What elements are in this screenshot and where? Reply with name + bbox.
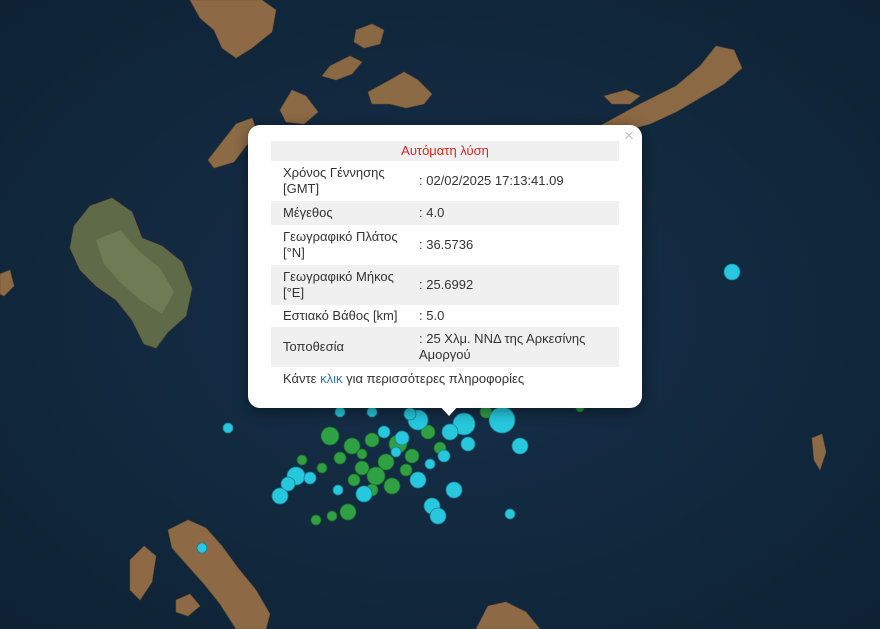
earthquake-marker — [356, 448, 368, 460]
earthquake-marker — [399, 463, 413, 477]
earthquake-marker — [409, 471, 427, 489]
popup-pointer — [438, 404, 460, 416]
info-row-location: Τοποθεσία : 25 Χλμ. ΝΝΔ της Αρκεσίνης Αμ… — [271, 327, 619, 367]
info-row-origin-time: Χρόνος Γέννησης [GMT] : 02/02/2025 17:13… — [271, 161, 619, 201]
info-row-longitude: Γεωγραφικό Μήκος [°E] : 25.6992 — [271, 265, 619, 305]
info-value: : 4.0 — [419, 205, 445, 220]
earthquake-marker — [310, 514, 322, 526]
earthquake-marker — [437, 449, 451, 463]
earthquake-marker — [390, 446, 402, 458]
earthquake-marker — [271, 487, 289, 505]
earthquake-marker — [332, 484, 344, 496]
info-row-latitude: Γεωγραφικό Πλάτος [°N] : 36.5736 — [271, 225, 619, 265]
earthquake-marker — [333, 451, 347, 465]
more-info-link[interactable]: κλικ — [320, 371, 342, 386]
earthquake-marker — [723, 263, 741, 281]
earthquake-marker — [339, 503, 357, 521]
info-value: : 25.6992 — [419, 277, 474, 292]
earthquake-marker — [511, 437, 529, 455]
earthquake-marker — [429, 507, 447, 525]
earthquake-marker — [488, 406, 516, 434]
earthquake-marker — [334, 406, 346, 418]
earthquake-marker — [222, 422, 234, 434]
earthquake-marker — [347, 473, 361, 487]
close-icon[interactable]: × — [622, 127, 636, 144]
earthquake-marker — [316, 462, 328, 474]
earthquake-marker — [404, 448, 420, 464]
earthquake-marker — [424, 458, 436, 470]
popup-content: Αυτόματη λύση Χρόνος Γέννησης [GMT] : 02… — [271, 141, 619, 386]
popup-title: Αυτόματη λύση — [271, 141, 619, 161]
info-value: : 5.0 — [419, 308, 445, 323]
earthquake-marker — [366, 466, 386, 486]
earthquake-marker — [320, 426, 340, 446]
earthquake-marker — [366, 406, 378, 418]
earthquake-marker — [377, 453, 395, 471]
info-label: Μέγεθος — [283, 205, 333, 220]
info-label: Γεωγραφικό Πλάτος [°N] — [283, 229, 398, 260]
earthquake-marker — [441, 423, 459, 441]
info-value: : 25 Χλμ. ΝΝΔ της Αρκεσίνης Αμοργού — [419, 331, 586, 362]
earthquake-marker — [445, 481, 463, 499]
earthquake-marker — [354, 460, 370, 476]
earthquake-info-table: Χρόνος Γέννησης [GMT] : 02/02/2025 17:13… — [271, 161, 619, 367]
earthquake-marker — [383, 477, 401, 495]
more-info-prefix: Κάντε — [283, 371, 317, 386]
earthquake-marker — [403, 407, 417, 421]
info-value: : 36.5736 — [419, 237, 474, 252]
info-value: : 02/02/2025 17:13:41.09 — [419, 173, 564, 188]
more-info-line: Κάντε κλικ για περισσότερες πληροφορίες — [271, 367, 619, 386]
info-row-magnitude: Μέγεθος : 4.0 — [271, 201, 619, 225]
earthquake-marker — [303, 471, 317, 485]
earthquake-marker — [355, 485, 373, 503]
info-label: Χρόνος Γέννησης [GMT] — [283, 165, 385, 196]
earthquake-marker — [460, 436, 476, 452]
earthquake-marker — [196, 542, 208, 554]
earthquake-marker — [296, 454, 308, 466]
earthquake-marker — [377, 425, 391, 439]
info-label: Γεωγραφικό Μήκος [°E] — [283, 269, 394, 300]
earthquake-marker — [364, 432, 380, 448]
info-label: Εστιακό Βάθος [km] — [283, 308, 398, 323]
more-info-suffix: για περισσότερες πληροφορίες — [346, 371, 525, 386]
info-label: Τοποθεσία — [283, 339, 345, 354]
earthquake-marker — [326, 510, 338, 522]
earthquake-marker — [394, 430, 410, 446]
info-row-depth: Εστιακό Βάθος [km] : 5.0 — [271, 305, 619, 327]
earthquake-info-popup: × Αυτόματη λύση Χρόνος Γέννησης [GMT] : … — [248, 125, 642, 408]
earthquake-marker — [504, 508, 516, 520]
